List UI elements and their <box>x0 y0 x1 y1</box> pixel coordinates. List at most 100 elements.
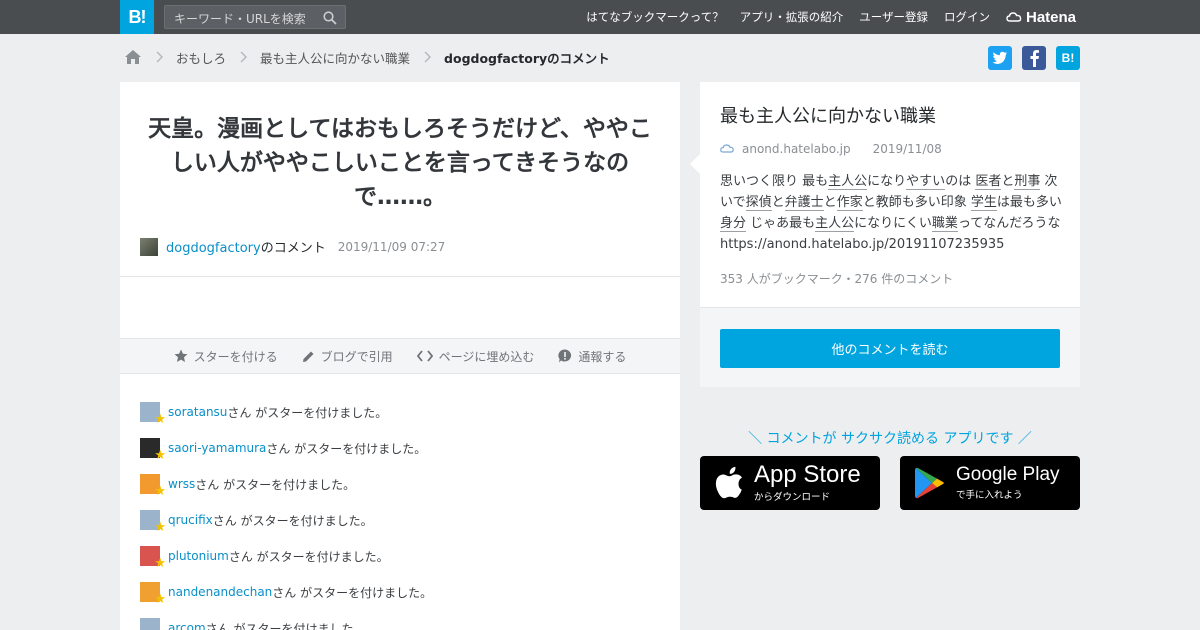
keyword-link[interactable]: やすい <box>906 174 946 190</box>
bookmark-count: 353 人がブックマーク・276 件のコメント <box>720 272 954 286</box>
star-user-link[interactable]: soratansu <box>168 405 227 419</box>
keyword-link[interactable]: 刑事 <box>1014 174 1041 190</box>
keyword-link[interactable]: 主人公 <box>828 174 868 190</box>
avatar[interactable]: ★ <box>140 618 166 630</box>
keyword-link[interactable]: 主人公 <box>815 216 855 232</box>
chevron-right-icon <box>424 51 432 63</box>
star-icon: ★ <box>154 556 166 571</box>
alert-icon <box>558 349 572 363</box>
blog-quote-label: ブログで引用 <box>320 349 393 364</box>
keyword-link[interactable]: 職業 <box>931 216 958 232</box>
breadcrumb-entry[interactable]: 最も主人公に向かない職業 <box>260 48 410 67</box>
app-store-button[interactable]: App Store からダウンロード <box>700 456 880 510</box>
star-user-link[interactable]: nandenandechan <box>168 585 272 599</box>
avatar[interactable]: ★ <box>140 510 166 534</box>
nav-login[interactable]: ログイン <box>944 9 990 25</box>
code-icon <box>416 350 433 362</box>
facebook-share-button[interactable] <box>1022 46 1046 70</box>
google-play-button[interactable]: Google Play で手に入れよう <box>900 456 1080 510</box>
star-list-item: ★arcomさん がスターを付けました。 <box>140 610 432 630</box>
embed-label: ページに埋め込む <box>438 349 535 364</box>
star-icon <box>174 349 188 362</box>
keyword-link[interactable]: 作家 <box>836 195 863 211</box>
star-user-link[interactable]: arcom <box>168 621 206 630</box>
apple-icon <box>715 466 742 499</box>
summary-text: になりにくい <box>854 216 932 231</box>
comment-text: 天皇。漫画としてはおもしろそうだけど、ややこしい人がややこしいことを言ってきそう… <box>148 116 652 210</box>
star-list-item: ★ soratansu さん がスターを付けました。 <box>140 394 432 430</box>
star-icon: ★ <box>154 592 166 607</box>
site-favicon-icon <box>720 144 734 153</box>
star-user-link[interactable]: wrss <box>168 477 195 491</box>
embed-button[interactable]: ページに埋め込む <box>416 348 535 365</box>
chevron-right-icon <box>240 51 248 63</box>
summary-text: は最も多い <box>996 195 1062 210</box>
hatena-brand-link[interactable]: Hatena <box>1006 0 1076 34</box>
keyword-link[interactable]: 身分 <box>720 216 747 232</box>
comment-author: dogdogfactoryのコメント 2019/11/09 07:27 <box>140 237 445 256</box>
google-play-label: Google Play <box>956 464 1060 485</box>
home-icon[interactable] <box>124 49 142 65</box>
summary-text: じゃあ最も <box>746 216 816 231</box>
breadcrumb-current: dogdogfactoryのコメント <box>444 50 610 66</box>
report-button[interactable]: 通報する <box>558 348 626 365</box>
star-list-item: ★ nandenandechan さん がスターを付けました。 <box>140 574 432 610</box>
avatar[interactable] <box>140 237 158 256</box>
nav-about[interactable]: はてなブックマークって？ <box>586 9 723 25</box>
keyword-link[interactable]: 弁護士 <box>784 195 824 211</box>
avatar[interactable]: ★ <box>140 582 166 606</box>
avatar[interactable]: ★ <box>140 546 166 570</box>
star-list-item: ★ wrss さん がスターを付けました。 <box>140 466 432 502</box>
star-user-link[interactable]: qrucifix <box>168 513 213 527</box>
star-icon: ★ <box>154 448 166 463</box>
blog-quote-button[interactable]: ブログで引用 <box>302 348 393 365</box>
entry-summary: 思いつく限り 最も主人公になりやすいのは 医者と刑事 次いで探偵と弁護士と作家と… <box>720 171 1065 255</box>
summary-text: と <box>1001 174 1015 189</box>
star-suffix: さん がスターを付けました。 <box>272 585 433 600</box>
author-link[interactable]: dogdogfactory <box>166 241 261 256</box>
star-list-item: ★ qrucifix さん がスターを付けました。 <box>140 502 432 538</box>
star-icon: ★ <box>154 412 166 427</box>
entry-title[interactable]: 最も主人公に向かない職業 <box>720 102 936 128</box>
google-play-sublabel: で手に入れよう <box>956 490 1023 501</box>
top-nav: はてなブックマークって？ アプリ・拡張の紹介 ユーザー登録 ログイン <box>586 0 990 34</box>
report-label: 通報する <box>578 349 627 364</box>
star-suffix: さん がスターを付けました。 <box>228 549 389 564</box>
entry-card: 最も主人公に向かない職業 anond.hatelabo.jp 2019/11/0… <box>690 82 1080 387</box>
comment-card: 天皇。漫画としてはおもしろそうだけど、ややこしい人がややこしいことを言ってきそう… <box>120 82 680 630</box>
avatar[interactable]: ★ <box>140 402 166 426</box>
hatena-bookmark-share-button[interactable]: B! <box>1056 46 1080 70</box>
facebook-icon <box>1030 50 1039 67</box>
hatena-cloud-icon <box>1006 12 1022 22</box>
hatena-bookmark-logo[interactable]: B! <box>120 0 154 34</box>
star-suffix: さん がスターを付けました。 <box>205 621 366 630</box>
entry-footer: 他のコメントを読む <box>700 307 1080 387</box>
add-star-button[interactable]: スターを付ける <box>174 348 278 365</box>
keyword-link[interactable]: 学生 <box>970 195 997 211</box>
nav-apps[interactable]: アプリ・拡張の紹介 <box>740 9 844 25</box>
twitter-share-button[interactable] <box>988 46 1012 70</box>
top-header: B! キーワード・URLを検索 はてなブックマークって？ アプリ・拡張の紹介 ユ… <box>0 0 1200 34</box>
app-store-label: App Store <box>754 461 861 488</box>
breadcrumb-category[interactable]: おもしろ <box>176 48 226 67</box>
search-placeholder: キーワード・URLを検索 <box>174 12 306 26</box>
star-user-link[interactable]: saori-yamamura <box>168 441 266 455</box>
author-suffix: のコメント <box>260 241 326 256</box>
keyword-link[interactable]: 医者 <box>975 174 1002 190</box>
action-bar: スターを付ける ブログで引用 ページに埋め込む 通報する <box>120 338 680 374</box>
star-suffix: さん がスターを付けました。 <box>227 405 388 420</box>
nav-register[interactable]: ユーザー登録 <box>859 9 928 25</box>
avatar[interactable]: ★ <box>140 438 166 462</box>
google-play-icon <box>915 467 944 499</box>
search-icon[interactable] <box>323 11 337 25</box>
keyword-link[interactable]: 探偵 <box>745 195 772 211</box>
read-more-comments-button[interactable]: 他のコメントを読む <box>720 329 1060 368</box>
star-suffix: さん がスターを付けました。 <box>195 477 356 492</box>
entry-domain[interactable]: anond.hatelabo.jp <box>742 142 851 156</box>
summary-text: になり <box>867 174 907 189</box>
search-input[interactable]: キーワード・URLを検索 <box>164 5 346 29</box>
star-user-link[interactable]: plutonium <box>168 549 229 563</box>
summary-text: のは <box>945 174 976 189</box>
avatar[interactable]: ★ <box>140 474 166 498</box>
divider <box>120 276 680 277</box>
